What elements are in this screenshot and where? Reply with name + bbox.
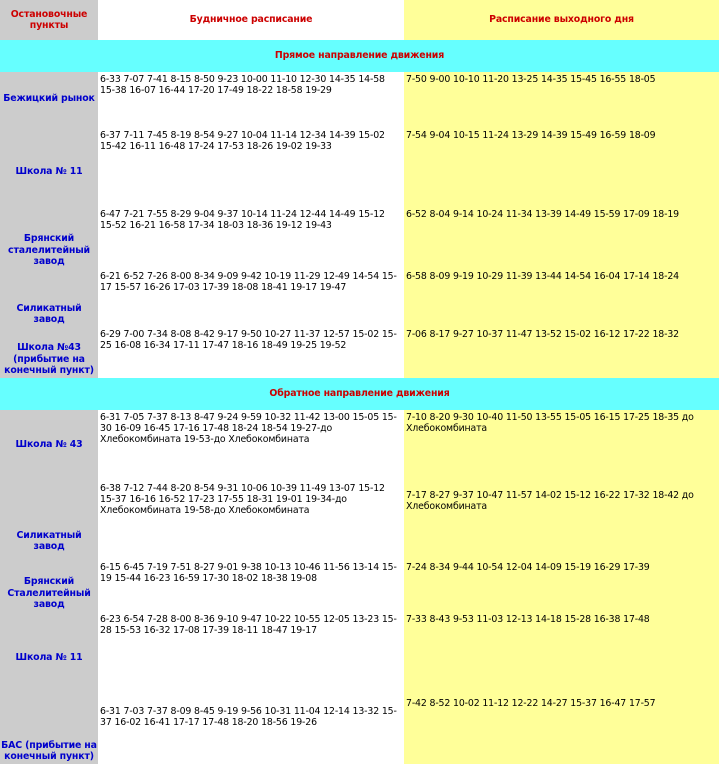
weekend-times: 7-33 8-43 9-53 11-03 12-13 14-18 15-28 1… [404,612,719,665]
table-row: Силикатный завод 6-21 6-52 7-26 8-00 8-3… [0,269,719,327]
weekend-times: 7-42 8-52 10-02 11-12 12-22 14-27 15-37 … [404,665,719,764]
section-title: Прямое направление движения [0,40,719,72]
weekday-times: 6-38 7-12 7-44 8-20 8-54 9-31 10-06 10-3… [98,481,404,560]
stop-name: Школа № 11 [0,128,98,207]
weekday-times: 6-31 7-05 7-37 8-13 8-47 9-24 9-59 10-32… [98,410,404,481]
table-row: Силикатный завод 6-38 7-12 7-44 8-20 8-5… [0,481,719,560]
section-band-backward: Обратное направление движения [0,378,719,410]
header-row: Остановочные пункты Будничное расписание… [0,0,719,40]
stop-name: Школа № 11 [0,612,98,665]
table-row: Школа № 11 6-37 7-11 7-45 8-19 8-54 9-27… [0,128,719,207]
weekday-times: 6-15 6-45 7-19 7-51 8-27 9-01 9-38 10-13… [98,560,404,612]
table-row: Бежицкий рынок 6-33 7-07 7-41 8-15 8-50 … [0,72,719,128]
stop-name: Силикатный завод [0,269,98,327]
weekend-times: 6-58 8-09 9-19 10-29 11-39 13-44 14-54 1… [404,269,719,327]
stop-name: Брянский сталелитейный завод [0,207,98,269]
header-weekend: Расписание выходного дня [404,0,719,40]
stop-name: Бежицкий рынок [0,72,98,128]
weekend-times: 7-17 8-27 9-37 10-47 11-57 14-02 15-12 1… [404,481,719,560]
weekend-times: 7-10 8-20 9-30 10-40 11-50 13-55 15-05 1… [404,410,719,481]
table-row: Брянский Сталелитейный завод 6-15 6-45 7… [0,560,719,612]
stop-name: Силикатный завод [0,481,98,560]
weekday-times: 6-37 7-11 7-45 8-19 8-54 9-27 10-04 11-1… [98,128,404,207]
weekend-times: 7-06 8-17 9-27 10-37 11-47 13-52 15-02 1… [404,327,719,378]
weekend-times: 7-24 8-34 9-44 10-54 12-04 14-09 15-19 1… [404,560,719,612]
stop-name: Школа № 43 [0,410,98,481]
weekend-times: 7-50 9-00 10-10 11-20 13-25 14-35 15-45 … [404,72,719,128]
weekday-times: 6-47 7-21 7-55 8-29 9-04 9-37 10-14 11-2… [98,207,404,269]
section-band-forward: Прямое направление движения [0,40,719,72]
weekday-times: 6-21 6-52 7-26 8-00 8-34 9-09 9-42 10-19… [98,269,404,327]
table-row: Брянский сталелитейный завод 6-47 7-21 7… [0,207,719,269]
table-row: Школа №43 (прибытие на конечный пункт) 6… [0,327,719,378]
stop-name: Брянский Сталелитейный завод [0,560,98,612]
weekday-times: 6-33 7-07 7-41 8-15 8-50 9-23 10-00 11-1… [98,72,404,128]
section-title: Обратное направление движения [0,378,719,410]
weekday-times: 6-29 7-00 7-34 8-08 8-42 9-17 9-50 10-27… [98,327,404,378]
weekend-times: 7-54 9-04 10-15 11-24 13-29 14-39 15-49 … [404,128,719,207]
weekday-times: 6-23 6-54 7-28 8-00 8-36 9-10 9-47 10-22… [98,612,404,665]
header-weekday: Будничное расписание [98,0,404,40]
table-row: Школа № 43 6-31 7-05 7-37 8-13 8-47 9-24… [0,410,719,481]
weekend-times: 6-52 8-04 9-14 10-24 11-34 13-39 14-49 1… [404,207,719,269]
stop-name: Школа №43 (прибытие на конечный пункт) [0,327,98,378]
table-row: БАС (прибытие на конечный пункт) 6-31 7-… [0,665,719,764]
schedule-table: Остановочные пункты Будничное расписание… [0,0,719,764]
stop-name: БАС (прибытие на конечный пункт) [0,665,98,764]
weekday-times: 6-31 7-03 7-37 8-09 8-45 9-19 9-56 10-31… [98,665,404,764]
table-row: Школа № 11 6-23 6-54 7-28 8-00 8-36 9-10… [0,612,719,665]
header-stops: Остановочные пункты [0,0,98,40]
